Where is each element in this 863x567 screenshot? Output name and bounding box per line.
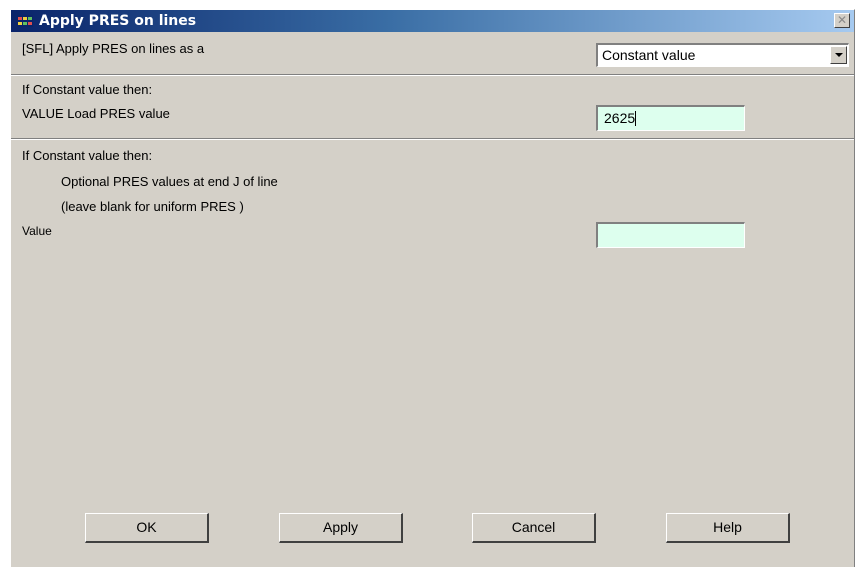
optional-pres-label: Optional PRES values at end J of line xyxy=(61,174,278,189)
help-button[interactable]: Help xyxy=(666,513,790,543)
close-button[interactable]: ✕ xyxy=(834,13,850,28)
sfl-apply-label: [SFL] Apply PRES on lines as a xyxy=(22,41,205,56)
separator-2 xyxy=(11,138,854,140)
apply-as-dropdown[interactable]: Constant value xyxy=(596,43,849,67)
end-j-value-input[interactable] xyxy=(596,222,745,248)
load-pres-value-input[interactable]: 2625 xyxy=(596,105,745,131)
load-pres-value-label: VALUE Load PRES value xyxy=(22,106,170,121)
apply-button[interactable]: Apply xyxy=(279,513,403,543)
apply-as-dropdown-value: Constant value xyxy=(602,47,696,63)
ok-button[interactable]: OK xyxy=(85,513,209,543)
load-pres-value-text: 2625 xyxy=(604,110,636,126)
separator-1 xyxy=(11,74,854,76)
value-label: Value xyxy=(22,224,52,238)
ansys-app-icon xyxy=(17,15,33,27)
close-icon: ✕ xyxy=(836,13,848,27)
text-caret xyxy=(635,111,637,126)
apply-pres-dialog: Apply PRES on lines ✕ [SFL] Apply PRES o… xyxy=(10,9,855,567)
constant-value-heading: If Constant value then: xyxy=(22,82,153,97)
window-title: Apply PRES on lines xyxy=(39,13,197,29)
title-bar[interactable]: Apply PRES on lines ✕ xyxy=(11,10,854,32)
chevron-down-icon[interactable] xyxy=(830,46,847,64)
uniform-pres-note: (leave blank for uniform PRES ) xyxy=(61,199,244,214)
optional-section-heading: If Constant value then: xyxy=(22,148,153,163)
cancel-button[interactable]: Cancel xyxy=(472,513,596,543)
